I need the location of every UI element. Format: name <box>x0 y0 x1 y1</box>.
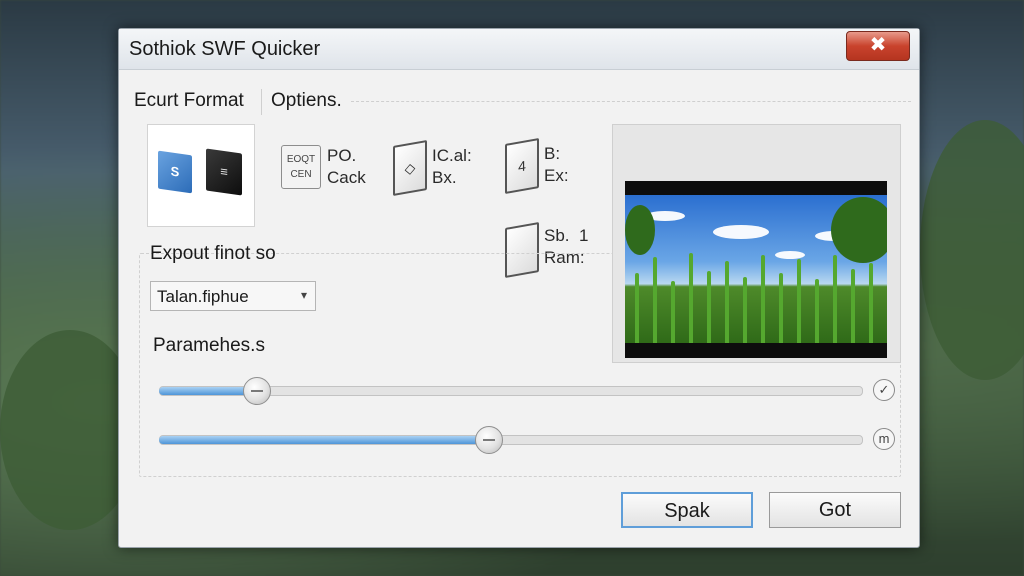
select-value: Talan.fiphue <box>157 287 249 306</box>
blue-box-icon: S <box>158 150 192 194</box>
cloud <box>713 225 769 239</box>
tab-export-format[interactable]: Ecurt Format <box>134 90 244 112</box>
tab-divider <box>261 89 262 115</box>
chevron-down-icon: ▾ <box>300 288 307 302</box>
document-icon[interactable]: ◇ <box>393 140 427 196</box>
grass <box>833 255 837 343</box>
grass <box>851 269 855 343</box>
video-preview[interactable] <box>625 181 887 358</box>
tab-separator-line <box>351 101 911 102</box>
format-option-label[interactable]: PO. Cack <box>327 145 366 189</box>
grass <box>761 255 765 343</box>
grass <box>653 257 657 343</box>
close-icon: ✖ <box>869 34 887 56</box>
parameters-label: Paramehes.s <box>153 335 265 356</box>
title-bar[interactable]: Sothiok SWF Quicker ✖ <box>119 29 919 70</box>
document-icon[interactable]: 4 <box>505 138 539 194</box>
grass <box>725 261 729 343</box>
parameter-slider-1-knob[interactable] <box>243 377 271 405</box>
export-icon-text: CEN <box>290 169 312 180</box>
parameter-slider-2-fill <box>159 436 489 444</box>
export-format-select[interactable]: Talan.fiphue ▾ <box>150 281 316 311</box>
format-option-label[interactable]: B: Ex: <box>544 143 569 187</box>
grass <box>671 281 675 343</box>
m-circle-icon[interactable]: m <box>873 428 895 450</box>
window-title: Sothiok SWF Quicker <box>129 38 321 60</box>
close-button[interactable]: ✖ <box>846 31 910 61</box>
export-format-label: Expout finot so <box>150 243 276 264</box>
format-option-label[interactable]: IC.al: Bx. <box>432 145 472 189</box>
grass <box>635 273 639 343</box>
grass <box>869 263 873 343</box>
tree <box>831 197 887 263</box>
grass <box>707 271 711 343</box>
grass <box>689 253 693 343</box>
grass <box>815 279 819 343</box>
export-icon[interactable]: EOQT CEN <box>281 145 321 189</box>
got-button[interactable]: Got <box>769 492 901 528</box>
grass <box>797 259 801 343</box>
cloud <box>775 251 805 259</box>
tree <box>625 205 655 255</box>
preview-scene-image <box>625 195 887 343</box>
spak-button[interactable]: Spak <box>621 492 753 528</box>
preview-panel <box>612 124 901 363</box>
grass <box>743 277 747 343</box>
tab-options[interactable]: Optiens. <box>271 90 342 112</box>
selected-format-tile[interactable]: S ≡ <box>147 124 255 227</box>
black-box-icon: ≡ <box>206 148 242 196</box>
parameter-slider-2-knob[interactable] <box>475 426 503 454</box>
export-dialog: Sothiok SWF Quicker ✖ Ecurt Format Optie… <box>118 28 920 548</box>
grass <box>779 273 783 343</box>
export-icon-text: EOQT <box>286 154 316 165</box>
check-circle-icon[interactable]: ✓ <box>873 379 895 401</box>
